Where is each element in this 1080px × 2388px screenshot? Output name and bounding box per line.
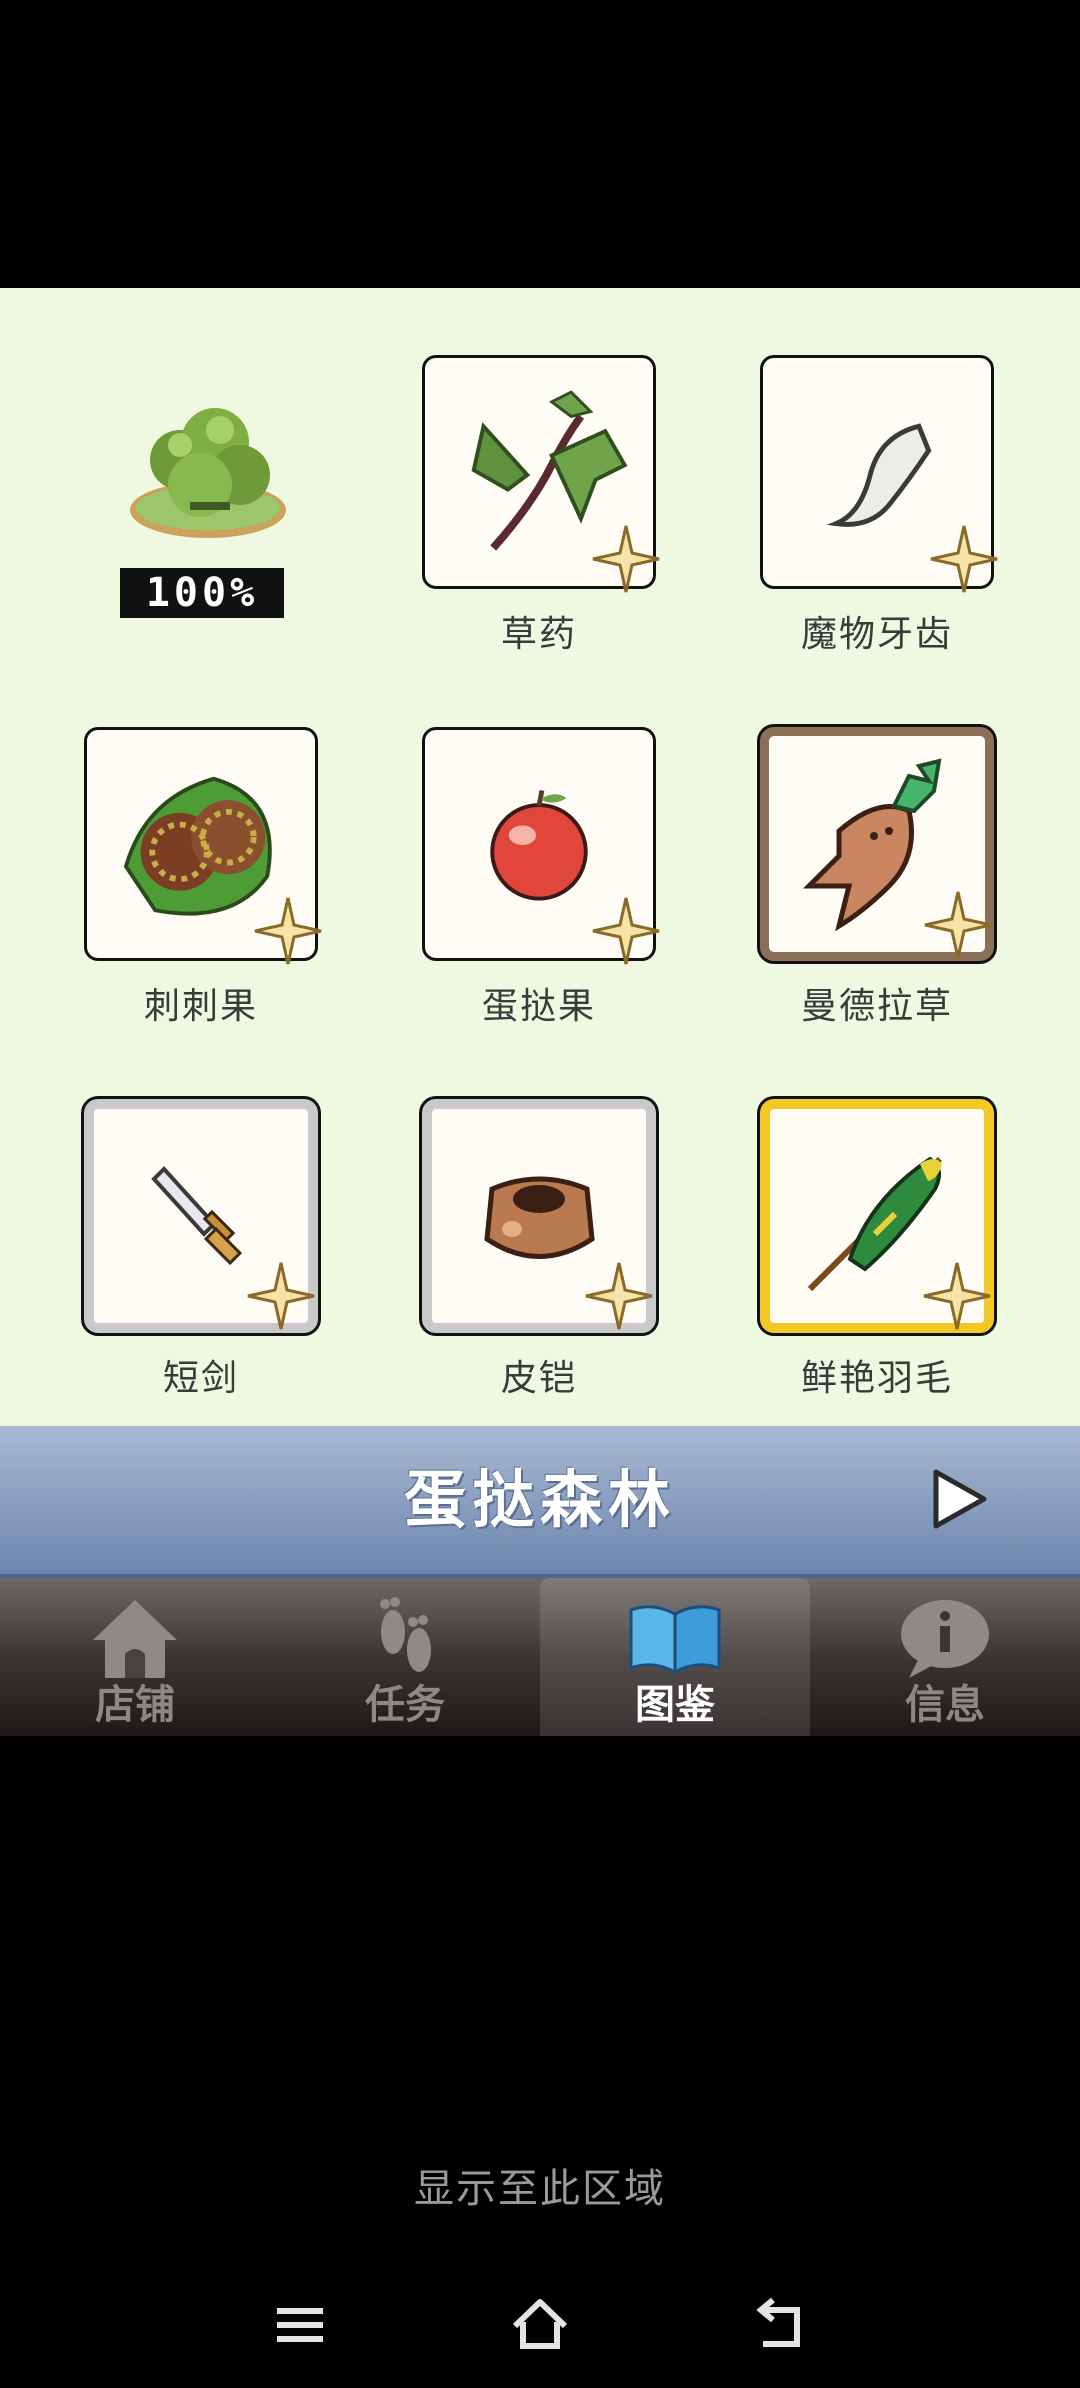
region-title: 蛋挞森林 bbox=[403, 1463, 676, 1536]
back-icon[interactable] bbox=[735, 2280, 825, 2370]
sparkle-icon bbox=[923, 1262, 991, 1330]
info-bubble-icon bbox=[901, 1600, 989, 1678]
next-region-arrow-icon[interactable] bbox=[930, 1466, 990, 1532]
tab-label: 店铺 bbox=[95, 1682, 175, 1728]
item-label: 魔物牙齿 bbox=[800, 614, 953, 655]
item-slot-bright-feather[interactable] bbox=[760, 1099, 994, 1333]
sparkle-icon bbox=[247, 1262, 315, 1330]
open-book-icon bbox=[629, 1605, 721, 1675]
region-banner: 蛋挞森林 bbox=[0, 1426, 1080, 1578]
item-slot-monster-fang[interactable] bbox=[760, 355, 998, 593]
tab-info[interactable]: 信息 bbox=[810, 1578, 1080, 1736]
tab-label: 信息 bbox=[905, 1682, 985, 1728]
item-slot-mandrake[interactable] bbox=[760, 727, 994, 961]
home-icon[interactable] bbox=[495, 2280, 585, 2370]
item-slot-egg-tart-fruit[interactable] bbox=[422, 727, 660, 965]
item-slot-spiky-fruit[interactable] bbox=[84, 727, 322, 965]
item-slot-herb[interactable] bbox=[422, 355, 660, 593]
screen: 100% 草药 魔物牙齿 刺刺果 蛋挞果 曼德拉草 短剑 皮铠 鲜艳羽毛 蛋挞森… bbox=[0, 0, 1080, 2388]
sparkle-icon bbox=[924, 891, 992, 959]
house-icon bbox=[93, 1600, 177, 1678]
item-label: 短剑 bbox=[162, 1358, 239, 1399]
sparkle-icon bbox=[254, 897, 322, 965]
item-label: 鲜艳羽毛 bbox=[800, 1358, 953, 1399]
completion-percent: 100% bbox=[120, 568, 284, 618]
tab-encyclopedia[interactable]: 图鉴 bbox=[540, 1578, 810, 1736]
forest-region-icon[interactable] bbox=[120, 390, 290, 550]
item-label: 曼德拉草 bbox=[800, 986, 953, 1027]
item-slot-short-sword[interactable] bbox=[84, 1099, 318, 1333]
system-nav-bar bbox=[0, 2280, 1080, 2370]
item-label: 蛋挞果 bbox=[481, 986, 596, 1027]
sparkle-icon bbox=[585, 1262, 653, 1330]
item-label: 刺刺果 bbox=[143, 986, 258, 1027]
footprints-icon bbox=[380, 1597, 431, 1672]
tab-shop[interactable]: 店铺 bbox=[0, 1578, 270, 1736]
tab-quests[interactable]: 任务 bbox=[270, 1578, 540, 1736]
item-label: 皮铠 bbox=[500, 1358, 577, 1399]
sparkle-icon bbox=[930, 525, 998, 593]
display-area-hint: 显示至此区域 bbox=[414, 2166, 666, 2212]
tab-label: 任务 bbox=[365, 1682, 445, 1728]
sparkle-icon bbox=[592, 897, 660, 965]
item-slot-leather-armor[interactable] bbox=[422, 1099, 656, 1333]
bottom-tab-bar: 店铺 任务 图鉴 信息 bbox=[0, 1578, 1080, 1736]
item-label: 草药 bbox=[500, 614, 577, 655]
menu-icon[interactable] bbox=[255, 2280, 345, 2370]
sparkle-icon bbox=[592, 525, 660, 593]
tab-label: 图鉴 bbox=[635, 1682, 715, 1728]
